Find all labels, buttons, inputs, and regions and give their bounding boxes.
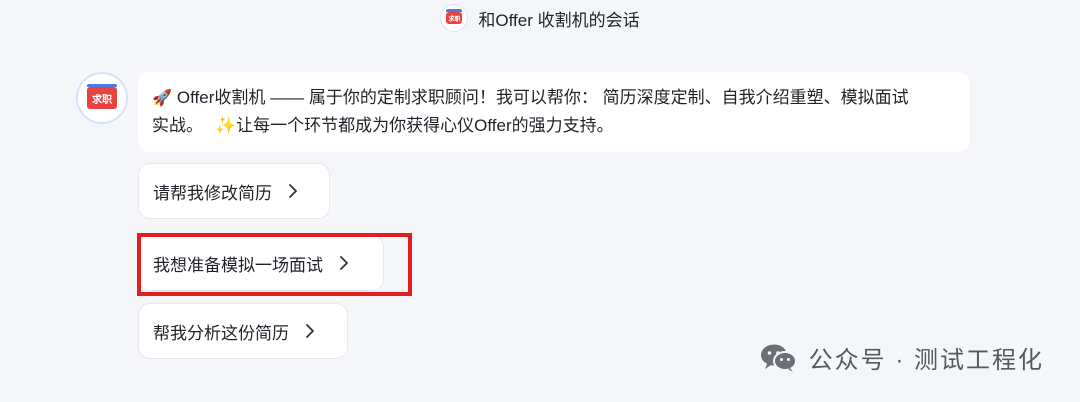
sparkle-emoji-icon: ✨ [215,116,237,135]
offer-harvester-logo-icon: 求职 [87,84,117,109]
message-line-1: Offer收割机 —— 属于你的定制求职顾问！我可以帮你： 简历深度定制、自我介… [176,88,909,107]
logo-text: 求职 [448,16,461,23]
logo-text: 求职 [92,94,112,106]
suggestion-mock-interview[interactable]: 我想准备模拟一场面试 [138,235,384,291]
rocket-emoji-icon: 🚀 [152,90,172,107]
chevron-right-icon [305,323,315,339]
watermark-text: 公众号 · 测试工程化 [808,347,1044,374]
suggestion-label: 帮我分析这份简历 [153,323,289,343]
suggestion-label: 请帮我修改简历 [153,183,272,203]
chevron-right-icon [288,183,298,199]
message-line-2-end: 让每一个环节都成为你获得心仪Offer的强力支持。 [236,116,614,135]
chevron-right-icon [339,255,349,271]
message-line-2-start: 实战。 [152,116,203,135]
conversation-title: 和Offer 收割机的会话 [478,10,640,30]
suggestion-edit-resume[interactable]: 请帮我修改简历 [138,163,330,219]
offer-harvester-logo-icon: 求职 [446,9,463,24]
bot-avatar[interactable]: 求职 [76,72,128,124]
chat-header: 求职 和Offer 收割机的会话 [0,0,1080,36]
suggestion-label: 我想准备模拟一场面试 [153,255,323,275]
bot-message-bubble: 🚀 Offer收割机 —— 属于你的定制求职顾问！我可以帮你： 简历深度定制、自我… [138,72,970,152]
header-avatar: 求职 [440,4,469,32]
suggestion-analyze-resume[interactable]: 帮我分析这份简历 [138,303,348,359]
wechat-icon [759,342,799,374]
watermark: 公众号 · 测试工程化 [759,340,1044,375]
chat-page: 求职 和Offer 收割机的会话 求职 🚀 Offer收割机 —— 属于你的定制求… [0,0,1080,402]
